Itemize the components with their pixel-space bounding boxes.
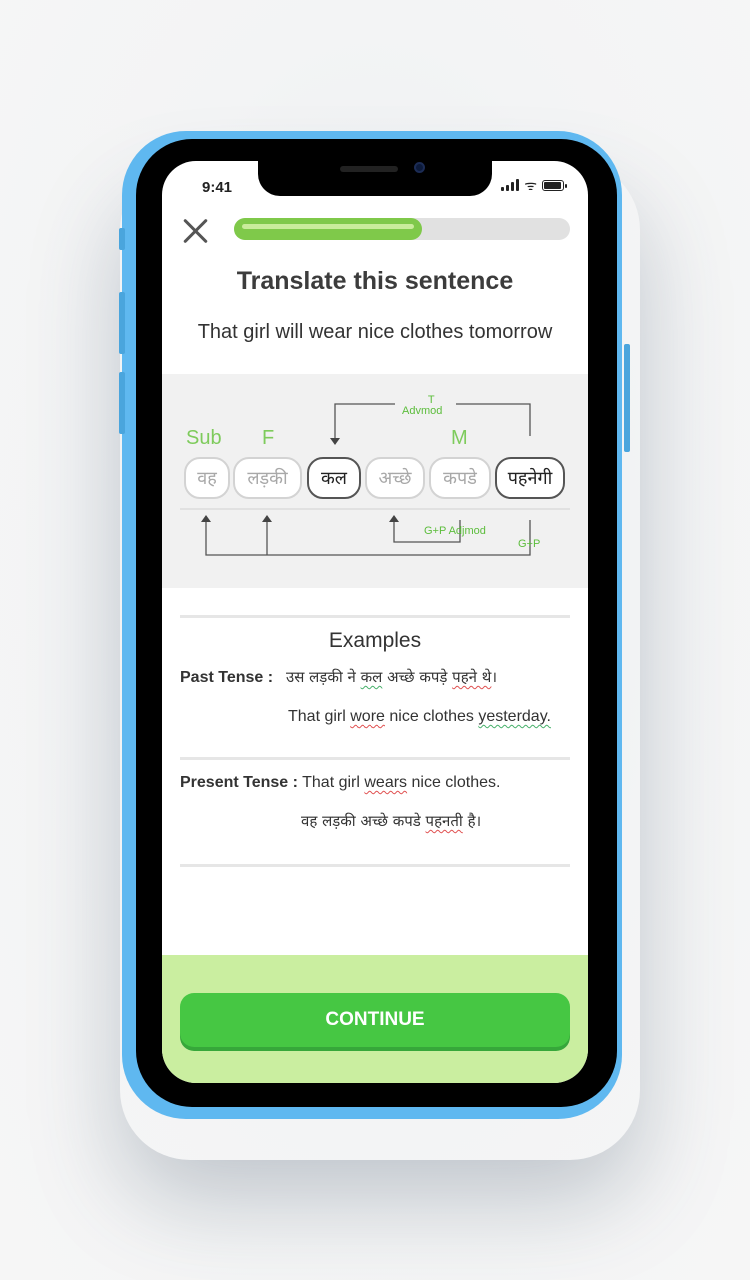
mute-switch: [119, 228, 125, 250]
battery-icon: [542, 180, 567, 191]
text-segment: उस लड़की ने: [286, 668, 361, 686]
adjmod-arrowhead: [389, 515, 399, 522]
word-chip-selected[interactable]: पहनेगी: [495, 457, 565, 499]
wifi-icon: ᯤ: [524, 177, 537, 193]
text-segment: ।: [491, 668, 498, 686]
text-segment: wears: [364, 774, 408, 791]
status-time: 9:41: [202, 179, 233, 196]
continue-button[interactable]: CONTINUE: [180, 993, 570, 1047]
tag-sub: Sub: [186, 427, 222, 449]
volume-up-button: [119, 292, 125, 354]
advmod-label: T Advmod: [402, 395, 442, 417]
lesson-progress-bar: [234, 218, 570, 240]
divider: [180, 757, 570, 760]
advmod-arc-left: [334, 403, 395, 439]
past-tense-english: That girl wore nice clothes yesterday.: [288, 708, 551, 726]
tag-f: F: [262, 427, 275, 449]
dependency-diagram: T Advmod Sub F M वह लड़की कल अच्छे कपडे …: [162, 374, 588, 588]
footer-bar: CONTINUE: [162, 955, 588, 1083]
adjmod-label: G+P Adjmod: [424, 525, 486, 537]
text-segment: wore: [350, 708, 385, 725]
speaker-grille: [340, 166, 398, 172]
power-button: [624, 344, 630, 452]
word-chip-selected[interactable]: कल: [307, 457, 361, 499]
text-segment: पहनती: [425, 812, 463, 830]
status-icons: ᯤ: [501, 177, 567, 193]
divider: [180, 864, 570, 867]
text-segment: है।: [462, 812, 482, 830]
advmod-arrowhead: [330, 438, 340, 445]
past-tense-hindi: उस लड़की ने कल अच्छे कपड़े पहने थे।: [286, 667, 497, 687]
past-tense-label: Past Tense :: [180, 669, 274, 686]
examples-heading: Examples: [328, 629, 422, 652]
signal-icon: [501, 179, 520, 191]
app-screen: 9:41 ᯤ Translate this sentence That girl…: [162, 161, 588, 1083]
present-tense-label: Present Tense :: [180, 774, 298, 791]
front-camera: [414, 162, 425, 173]
page-title: Translate this sentence: [236, 267, 514, 295]
volume-down-button: [119, 372, 125, 434]
text-segment: That girl: [297, 774, 365, 791]
text-segment: That girl: [288, 708, 351, 725]
text-segment: कल: [360, 668, 383, 686]
word-chip[interactable]: लड़की: [233, 457, 302, 499]
text-segment: अच्छे कपड़े: [382, 668, 453, 686]
text-segment: वह लड़की अच्छे कपडे: [301, 812, 426, 830]
lesson-progress-highlight: [242, 224, 414, 229]
text-segment: nice clothes: [384, 708, 479, 725]
prompt-sentence: That girl will wear nice clothes tomorro…: [197, 321, 553, 343]
text-segment: पहने थे: [452, 668, 492, 686]
text-segment: nice clothes.: [407, 774, 501, 791]
divider: [180, 615, 570, 618]
close-icon[interactable]: [178, 213, 212, 247]
present-tense-row: Present Tense : That girl wears nice clo…: [180, 774, 500, 792]
lesson-progress-fill: [234, 218, 422, 240]
gp-arrowhead-2: [262, 515, 272, 522]
gp-label: G+P: [518, 538, 541, 550]
tag-m: M: [451, 427, 468, 449]
text-segment: yesterday.: [478, 708, 551, 725]
gp-arrowhead-1: [201, 515, 211, 522]
present-tense-hindi: वह लड़की अच्छे कपडे पहनती है।: [301, 811, 481, 831]
word-chip[interactable]: वह: [184, 457, 230, 499]
word-chip[interactable]: कपडे: [429, 457, 491, 499]
word-chip[interactable]: अच्छे: [365, 457, 425, 499]
advmod-label-line2: Advmod: [402, 405, 443, 417]
